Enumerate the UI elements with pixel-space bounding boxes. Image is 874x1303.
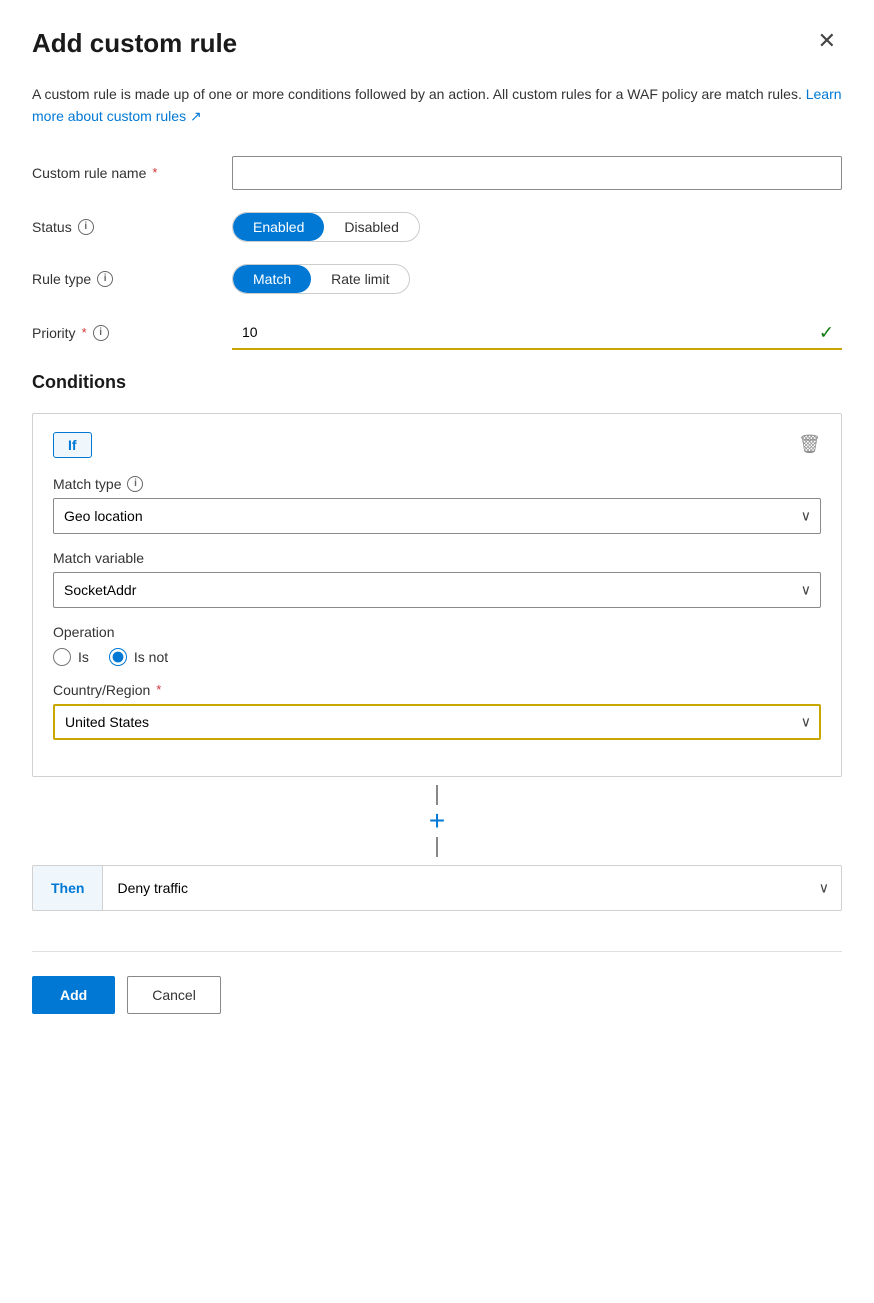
match-type-label: Match type i — [53, 476, 821, 492]
rule-type-toggle-group: Match Rate limit — [232, 264, 410, 294]
match-type-select-wrap: Geo location IP address Request URL Stri… — [53, 498, 821, 534]
custom-rule-name-label: Custom rule name * — [32, 165, 232, 181]
custom-rule-name-input[interactable] — [232, 156, 842, 190]
then-badge: Then — [33, 866, 103, 910]
custom-rule-name-row: Custom rule name * — [32, 156, 842, 190]
then-action-select[interactable]: Deny traffic Allow traffic Log — [103, 866, 841, 910]
external-link-icon: ↗ — [190, 108, 202, 124]
rule-type-info-icon: i — [97, 271, 113, 287]
then-select-wrap: Deny traffic Allow traffic Log ∨ — [103, 866, 841, 910]
connector-line-top — [436, 785, 438, 805]
rule-type-row: Rule type i Match Rate limit — [32, 264, 842, 294]
rule-type-control: Match Rate limit — [232, 264, 842, 294]
connector-line-bottom — [436, 837, 438, 857]
dialog-title: Add custom rule — [32, 28, 237, 59]
add-condition-connector: + — [32, 777, 842, 865]
description-text: A custom rule is made up of one or more … — [32, 83, 842, 128]
match-type-info-icon: i — [127, 476, 143, 492]
add-button[interactable]: Add — [32, 976, 115, 1014]
priority-info-icon: i — [93, 325, 109, 341]
match-variable-label: Match variable — [53, 550, 821, 566]
required-indicator: * — [152, 165, 157, 180]
operation-isnot-text: Is not — [134, 649, 168, 665]
operation-is-text: Is — [78, 649, 89, 665]
condition-header: If 🗑 — [53, 432, 821, 458]
status-label: Status i — [32, 219, 232, 235]
rule-type-match-button[interactable]: Match — [233, 265, 311, 293]
priority-row: Priority * i ✓ — [32, 316, 842, 350]
status-row: Status i Enabled Disabled — [32, 212, 842, 242]
operation-radio-group: Is Is not — [53, 648, 821, 666]
dialog-header: Add custom rule ✕ — [32, 28, 842, 59]
priority-check-icon: ✓ — [819, 322, 834, 343]
priority-required-indicator: * — [82, 325, 87, 340]
operation-isnot-label[interactable]: Is not — [109, 648, 168, 666]
cancel-button[interactable]: Cancel — [127, 976, 221, 1014]
conditions-section-title: Conditions — [32, 372, 842, 393]
status-toggle-group: Enabled Disabled — [232, 212, 420, 242]
operation-is-radio[interactable] — [53, 648, 71, 666]
rule-type-label: Rule type i — [32, 271, 232, 287]
priority-input[interactable] — [232, 316, 842, 350]
add-custom-rule-dialog: Add custom rule ✕ A custom rule is made … — [0, 0, 874, 1303]
close-button[interactable]: ✕ — [812, 28, 842, 54]
if-badge: If — [53, 432, 92, 458]
delete-condition-icon[interactable]: 🗑 — [798, 434, 821, 455]
rule-type-rate-limit-button[interactable]: Rate limit — [311, 265, 409, 293]
priority-control: ✓ — [232, 316, 842, 350]
status-control: Enabled Disabled — [232, 212, 842, 242]
operation-isnot-radio[interactable] — [109, 648, 127, 666]
country-region-select-wrap: United States Canada United Kingdom Germ… — [53, 704, 821, 740]
priority-label: Priority * i — [32, 325, 232, 341]
country-region-required-indicator: * — [156, 682, 161, 697]
operation-group: Operation Is Is not — [53, 624, 821, 666]
country-region-select[interactable]: United States Canada United Kingdom Germ… — [53, 704, 821, 740]
match-type-select[interactable]: Geo location IP address Request URL Stri… — [53, 498, 821, 534]
status-info-icon: i — [78, 219, 94, 235]
add-condition-button[interactable]: + — [425, 805, 449, 837]
status-disabled-button[interactable]: Disabled — [324, 213, 418, 241]
condition-block: If 🗑 Match type i Geo location IP addres… — [32, 413, 842, 777]
match-variable-select[interactable]: SocketAddr RemoteAddr RequestHeader Requ… — [53, 572, 821, 608]
operation-label: Operation — [53, 624, 821, 640]
footer-buttons: Add Cancel — [32, 951, 842, 1014]
operation-is-label[interactable]: Is — [53, 648, 89, 666]
country-region-label: Country/Region * — [53, 682, 821, 698]
status-enabled-button[interactable]: Enabled — [233, 213, 324, 241]
priority-input-wrap: ✓ — [232, 316, 842, 350]
match-variable-select-wrap: SocketAddr RemoteAddr RequestHeader Requ… — [53, 572, 821, 608]
custom-rule-name-control — [232, 156, 842, 190]
then-row: Then Deny traffic Allow traffic Log ∨ — [32, 865, 842, 911]
